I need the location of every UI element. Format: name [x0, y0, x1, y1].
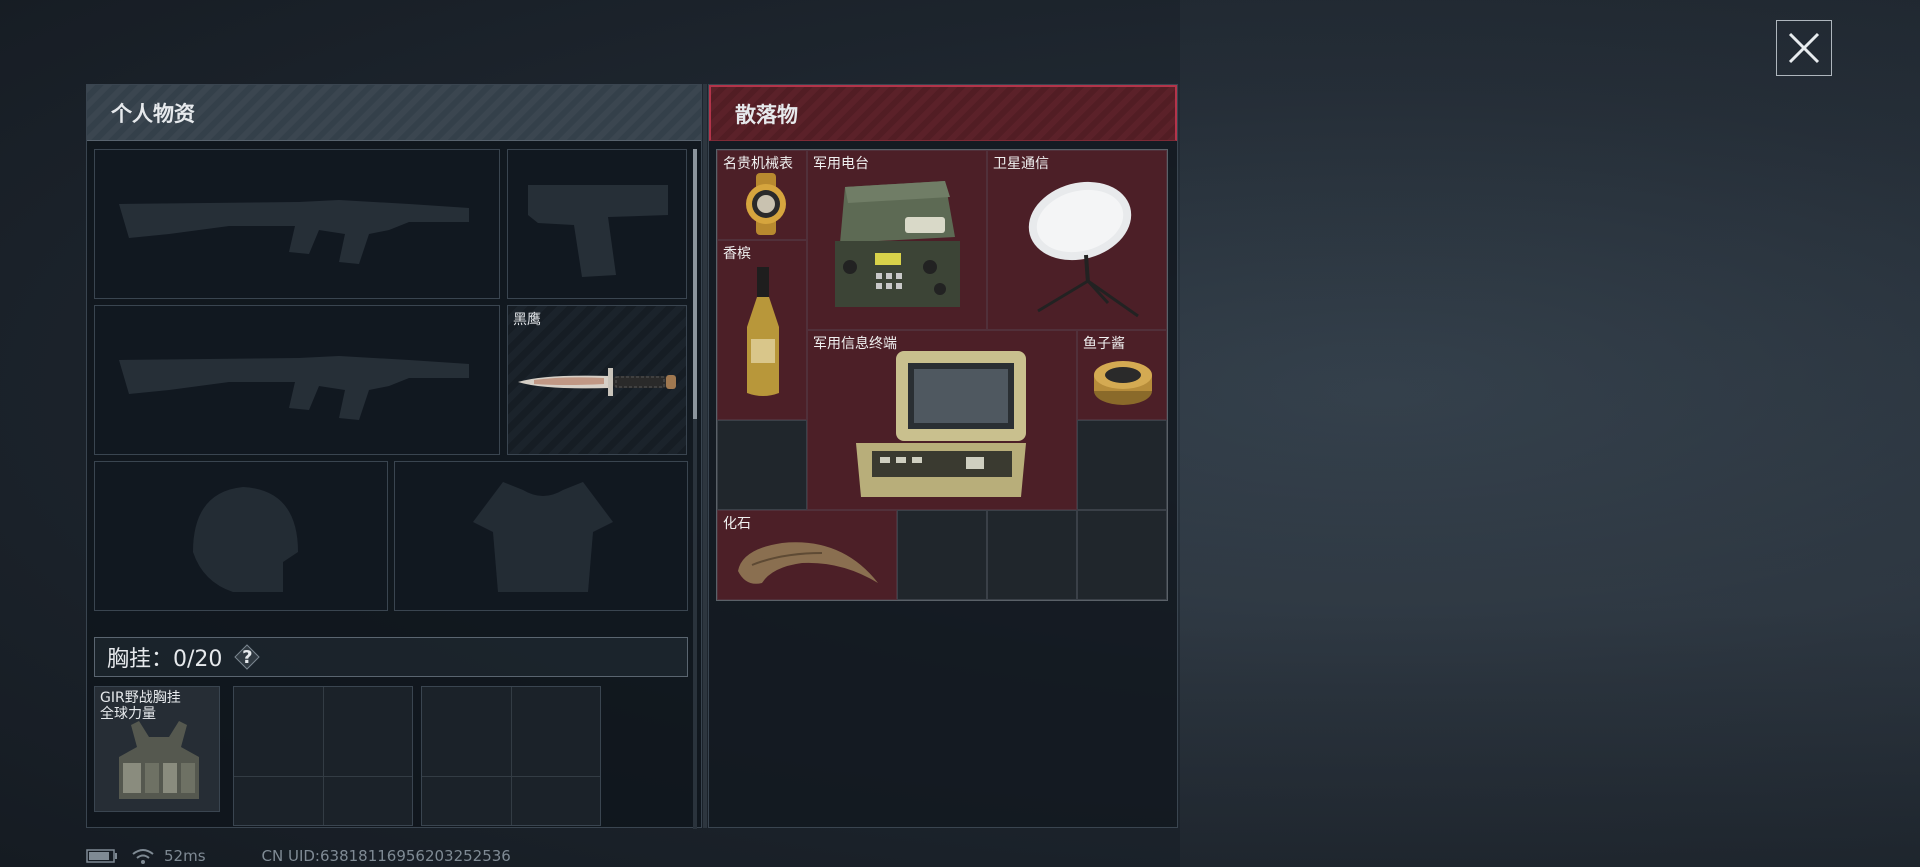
- item-name: 化石: [723, 516, 751, 532]
- primary-weapon-slot[interactable]: [94, 149, 500, 299]
- loot-item-fossil[interactable]: 化石: [717, 510, 897, 600]
- close-button[interactable]: [1776, 20, 1832, 76]
- loot-grid-cell[interactable]: [1077, 510, 1167, 600]
- battery-icon: [86, 849, 117, 863]
- loot-grid: 名贵机械表 军用电台 卫星通信 香槟 军用信息终端 鱼子酱 化石: [716, 149, 1168, 601]
- knife-name: 黑鹰: [513, 312, 541, 328]
- pistol-slot[interactable]: [507, 149, 687, 299]
- chest-rig-grid-1[interactable]: [233, 686, 413, 826]
- fossil-claw-icon: [738, 542, 878, 584]
- military-radio-icon: [835, 181, 960, 307]
- chest-rig-grid-2[interactable]: [421, 686, 601, 826]
- satellite-dish-icon: [1028, 181, 1139, 318]
- loot-item-terminal[interactable]: 军用信息终端: [807, 330, 1077, 510]
- personal-panel-title: 个人物资: [87, 85, 701, 141]
- personal-scrollbar[interactable]: [693, 149, 697, 829]
- armor-silhouette-icon: [473, 482, 613, 592]
- chest-rig-slot[interactable]: GIR野战胸挂 全球力量: [94, 686, 220, 812]
- item-name: 军用电台: [813, 156, 869, 172]
- item-name: 鱼子酱: [1083, 336, 1125, 352]
- help-icon[interactable]: ?: [234, 644, 261, 670]
- chest-rig-capacity-bar: 胸挂：0/20 ?: [94, 637, 688, 677]
- pistol-silhouette-icon: [528, 185, 668, 277]
- loot-item-watch[interactable]: 名贵机械表: [717, 150, 807, 240]
- chest-rig-icon: [119, 721, 199, 799]
- champagne-bottle-icon: [747, 267, 779, 396]
- chest-rig-capacity-label: 胸挂：0/20: [107, 647, 223, 672]
- loot-grid-cell[interactable]: [717, 420, 807, 510]
- knife-icon: [518, 368, 676, 396]
- melee-slot[interactable]: 黑鹰: [507, 305, 687, 455]
- item-name: 卫星通信: [993, 156, 1049, 172]
- personal-scrollbar-thumb[interactable]: [693, 149, 697, 419]
- close-icon: [1788, 32, 1820, 64]
- background-scene: [1180, 0, 1920, 867]
- ping-value: 52ms: [164, 847, 206, 865]
- loot-item-champagne[interactable]: 香槟: [717, 240, 807, 420]
- panel-divider: [703, 84, 707, 828]
- item-name: 香槟: [723, 246, 751, 262]
- wifi-icon: [132, 849, 154, 864]
- loot-grid-cell[interactable]: [1077, 420, 1167, 510]
- armor-slot[interactable]: [394, 461, 688, 611]
- rifle-silhouette-icon: [119, 200, 469, 264]
- rifle-silhouette-icon: [119, 356, 469, 420]
- caviar-tin-icon: [1094, 361, 1152, 405]
- secondary-weapon-slot[interactable]: [94, 305, 500, 455]
- loot-item-satellite[interactable]: 卫星通信: [987, 150, 1167, 330]
- scatter-panel-title: 散落物: [709, 85, 1177, 141]
- helmet-silhouette-icon: [193, 487, 298, 592]
- loot-grid-cell[interactable]: [987, 510, 1077, 600]
- loot-grid-cell[interactable]: [897, 510, 987, 600]
- personal-supplies-panel: 个人物资 黑鹰 胸挂：0/20 ? GIR野战胸挂 全球力量: [86, 84, 702, 829]
- watch-icon: [746, 173, 786, 235]
- loot-item-caviar[interactable]: 鱼子酱: [1077, 330, 1167, 420]
- help-glyph: ?: [242, 646, 253, 668]
- loot-item-radio[interactable]: 军用电台: [807, 150, 987, 330]
- military-terminal-icon: [856, 351, 1026, 497]
- user-uid: CN UID:6381811695620325253​6: [261, 847, 511, 865]
- helmet-slot[interactable]: [94, 461, 388, 611]
- status-bar: 52ms CN UID:6381811695620325253​6: [86, 846, 511, 866]
- scattered-loot-panel: 散落物 名贵机械表 军用电台 卫星通信 香槟 军用信息终端 鱼子酱 化石: [708, 84, 1178, 828]
- item-name: 军用信息终端: [813, 336, 897, 352]
- chest-rig-name-line1: GIR野战胸挂: [100, 690, 181, 706]
- item-name: 名贵机械表: [723, 156, 793, 172]
